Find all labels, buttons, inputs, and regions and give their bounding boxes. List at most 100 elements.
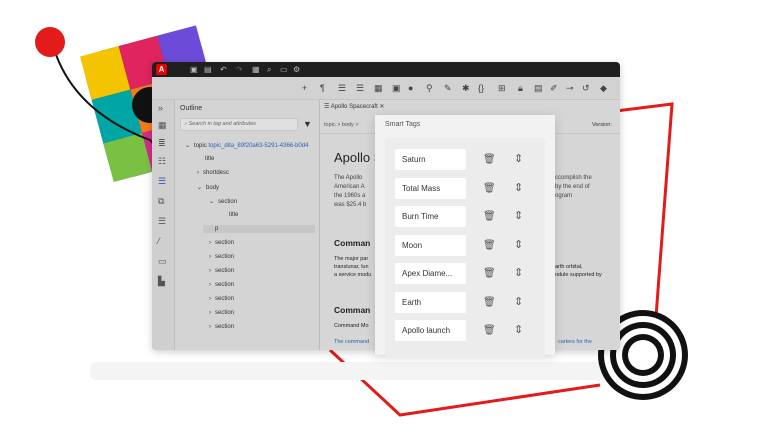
filter-icon[interactable]: ▼ xyxy=(303,119,312,129)
doc-link[interactable]: The command xyxy=(334,338,369,347)
node-label: section xyxy=(215,296,235,302)
outline-node[interactable]: ⌄ body xyxy=(197,184,219,191)
chevron-right-icon[interactable]: › xyxy=(209,310,211,316)
smart-tag-field[interactable]: Moon xyxy=(395,234,466,256)
outline-node[interactable]: p xyxy=(203,225,315,233)
smart-tag-field[interactable]: Apollo launch xyxy=(395,320,466,341)
settings-icon[interactable]: ⚙ xyxy=(293,65,300,74)
label-icon[interactable]: ◆ xyxy=(600,83,607,94)
line: The major par xyxy=(334,256,369,262)
unordered-list-icon[interactable]: ☰ xyxy=(356,83,364,94)
breadcrumb-text[interactable]: topic > body > xyxy=(324,122,359,128)
tags-panel: Saturn 🗑︎ ⇕ Total Mass 🗑︎ ⇕ Burn Time 🗑︎ ⇕… xyxy=(385,138,545,358)
chevron-down-icon[interactable]: ⌄ xyxy=(209,199,214,205)
outline-icon[interactable]: ☰ xyxy=(158,176,166,187)
outline-node[interactable]: › section xyxy=(209,324,234,330)
variables-icon[interactable]: ⁄ xyxy=(158,236,160,246)
lock-icon[interactable]: 🔒︎ xyxy=(518,83,523,94)
add-icon[interactable]: + xyxy=(302,83,307,93)
link-icon[interactable]: ⚲ xyxy=(426,83,433,94)
trash-icon[interactable]: 🗑︎ xyxy=(483,211,496,222)
chevron-right-icon[interactable]: › xyxy=(197,170,199,176)
outline-node[interactable]: › shortdesc xyxy=(197,170,229,176)
outline-search-input[interactable]: ⌕ Search in tag and attributes xyxy=(180,118,298,131)
smart-tag-field[interactable]: Total Mass xyxy=(395,177,466,199)
cross-reference-icon[interactable]: ✎ xyxy=(444,83,452,94)
expand-icon[interactable]: » xyxy=(158,103,163,113)
outline-node[interactable]: › section xyxy=(209,268,234,274)
outline-node[interactable]: ⌄ topic topic_dita_89f20a63-5291-4366-b0d… xyxy=(185,142,308,149)
grid-icon[interactable]: ▦ xyxy=(158,120,167,131)
outline-node[interactable]: title xyxy=(221,212,238,218)
smart-tag-field[interactable]: Saturn xyxy=(395,149,466,170)
smart-tag-field[interactable]: Apex Diame... xyxy=(395,263,466,284)
outline-node[interactable]: › section xyxy=(209,296,234,302)
database-icon[interactable]: ≣ xyxy=(158,138,166,149)
preview-icon[interactable]: ▭ xyxy=(280,65,288,74)
doc-para2-right: arth orbital, odule supported by xyxy=(555,263,602,279)
history-icon[interactable]: ↺ xyxy=(582,83,590,94)
drag-handle-icon[interactable]: ⇕ xyxy=(514,152,523,165)
trash-icon[interactable]: 🗑︎ xyxy=(483,240,496,251)
outline-node[interactable]: title xyxy=(197,156,214,162)
trash-icon[interactable]: 🗑︎ xyxy=(483,183,496,194)
smart-tag-field[interactable]: Burn Time xyxy=(395,206,466,227)
smart-tag-field[interactable]: Earth xyxy=(395,291,466,313)
chevron-right-icon[interactable]: › xyxy=(209,282,211,288)
document-tab[interactable]: ☰ Apollo Spacecraft ✕ xyxy=(324,103,384,110)
close-tab-icon[interactable]: ✕ xyxy=(379,104,384,110)
chevron-right-icon[interactable]: › xyxy=(209,240,211,246)
symbol-icon[interactable]: ✱ xyxy=(462,83,470,94)
chevron-right-icon[interactable]: › xyxy=(209,268,211,274)
drag-handle-icon[interactable]: ⇕ xyxy=(514,323,523,336)
outline-node[interactable]: › section xyxy=(209,310,234,316)
drag-handle-icon[interactable]: ⇕ xyxy=(514,266,523,279)
drag-handle-icon[interactable]: ⇕ xyxy=(514,295,523,308)
review-icon[interactable]: ▤ xyxy=(534,83,543,94)
find-icon[interactable]: ⌕ xyxy=(267,65,271,75)
node-id: topic_dita_89f20a63-5291-4366-b0d4 xyxy=(208,143,309,149)
outline-node[interactable]: ⌄ section xyxy=(209,198,237,205)
insert-element-icon[interactable]: ⊞ xyxy=(498,83,506,94)
chevron-right-icon[interactable]: › xyxy=(209,324,211,330)
document-icon[interactable]: ▦ xyxy=(252,65,260,74)
files-icon[interactable]: ▙ xyxy=(158,276,165,287)
line: American A xyxy=(334,184,365,190)
trash-icon[interactable]: 🗑︎ xyxy=(483,325,496,336)
undo-icon[interactable]: ↶ xyxy=(220,65,227,74)
list-icon[interactable]: ☰ xyxy=(158,216,166,227)
outline-node[interactable]: › section xyxy=(209,254,234,260)
smart-tag-row: Saturn 🗑︎ ⇕ xyxy=(395,149,540,171)
outline-node[interactable]: › section xyxy=(209,240,234,246)
save-icon[interactable]: ▣ xyxy=(190,65,198,74)
doc-heading3: Comman xyxy=(334,305,371,315)
trash-icon[interactable]: 🗑︎ xyxy=(483,297,496,308)
title-bar: A ▣ ▤ ↶ ↷ ▦ ⌕ ▭ ⚙ xyxy=(152,62,620,77)
drag-handle-icon[interactable]: ⇕ xyxy=(514,238,523,251)
table-icon[interactable]: ▦ xyxy=(374,83,383,94)
image-icon[interactable]: ▣ xyxy=(392,83,401,94)
node-label: section xyxy=(215,310,235,316)
tab-label: Apollo Spacecraft xyxy=(330,104,378,110)
media-icon[interactable]: ● xyxy=(408,83,413,93)
paragraph-icon[interactable]: ¶ xyxy=(320,83,325,93)
save-as-icon[interactable]: ▤ xyxy=(204,65,212,74)
redo-icon[interactable]: ↷ xyxy=(236,65,243,74)
code-icon[interactable]: {} xyxy=(478,83,484,93)
trash-icon[interactable]: 🗑︎ xyxy=(483,154,496,165)
chevron-down-icon[interactable]: ⌄ xyxy=(185,143,190,149)
toc-icon[interactable]: ☷ xyxy=(158,156,166,167)
media-panel-icon[interactable]: ▭ xyxy=(158,256,167,267)
outline-node[interactable]: › section xyxy=(209,282,234,288)
tag-icon[interactable]: ⊸ xyxy=(566,83,574,94)
drag-handle-icon[interactable]: ⇕ xyxy=(514,209,523,222)
chevron-down-icon[interactable]: ⌄ xyxy=(197,185,202,191)
drag-handle-icon[interactable]: ⇕ xyxy=(514,181,523,194)
doc-link-right[interactable]: carters for the xyxy=(558,338,592,347)
trash-icon[interactable]: 🗑︎ xyxy=(483,268,496,279)
chevron-right-icon[interactable]: › xyxy=(209,296,211,302)
edit-icon[interactable]: ✐ xyxy=(550,83,558,94)
components-icon[interactable]: ⧉ xyxy=(158,196,164,207)
chevron-right-icon[interactable]: › xyxy=(209,254,211,260)
ordered-list-icon[interactable]: ☰ xyxy=(338,83,346,94)
